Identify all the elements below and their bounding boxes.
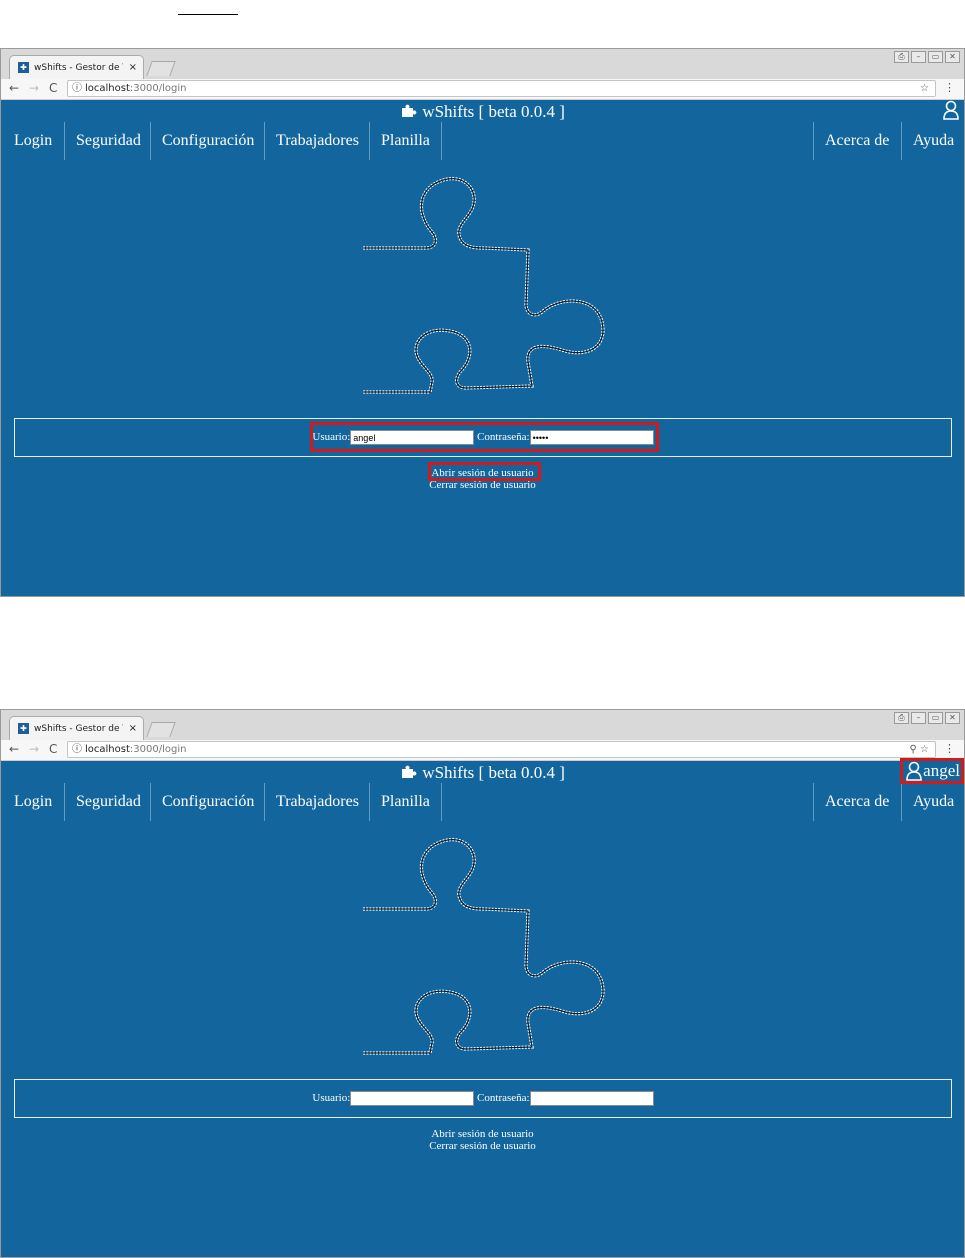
session-links: Abrir sesión de usuario Cerrar sesión de…: [1, 1128, 964, 1152]
app-title-text: wShifts [ beta 0.0.4 ]: [422, 763, 565, 782]
app-area: wShifts [ beta 0.0.4 ] Login Seguridad C…: [1, 100, 964, 596]
window-minimize-button[interactable]: –: [911, 51, 926, 63]
browser-menu-icon[interactable]: ⋮: [944, 742, 955, 755]
tab-title: wShifts - Gestor de Tu: [34, 723, 123, 734]
window-profile-button[interactable]: ⎙: [894, 712, 909, 724]
app-title: wShifts [ beta 0.0.4 ]: [1, 763, 964, 783]
puzzle-favicon-icon: ✚: [18, 62, 29, 73]
address-bar: ← → C ⓘ localhost:3000/login ☆ ⋮: [1, 79, 964, 100]
user-area[interactable]: [942, 100, 960, 120]
contrasena-label: Contraseña:: [477, 1092, 530, 1105]
bookmark-star-icon[interactable]: ☆: [920, 81, 929, 97]
window-maximize-button[interactable]: ▭: [928, 51, 943, 63]
reload-icon[interactable]: C: [49, 742, 57, 756]
contrasena-input[interactable]: [529, 1091, 654, 1106]
user-area[interactable]: angel: [905, 761, 960, 781]
login-form-panel: Usuario: Contraseña:: [14, 418, 952, 457]
url-path: :3000/login: [129, 83, 187, 94]
address-bar: ← → C ⓘ localhost:3000/login ⚲ ☆ ⋮: [1, 740, 964, 761]
menu-item-acerca[interactable]: Acerca de: [813, 783, 901, 821]
puzzle-piece-image: [363, 838, 605, 1055]
menu-item-seguridad[interactable]: Seguridad: [65, 783, 151, 821]
user-name: angel: [923, 761, 960, 780]
window-close-button[interactable]: ✕: [945, 712, 960, 724]
menu-item-acerca[interactable]: Acerca de: [813, 122, 901, 160]
puzzle-piece-image: [363, 177, 605, 394]
window-maximize-button[interactable]: ▭: [928, 712, 943, 724]
app-area: wShifts [ beta 0.0.4 ] angel Login Segur…: [1, 758, 964, 1257]
menu-item-ayuda[interactable]: Ayuda: [901, 783, 963, 821]
contrasena-input[interactable]: [529, 430, 654, 445]
menu-item-seguridad[interactable]: Seguridad: [65, 122, 151, 160]
menu-item-planilla[interactable]: Planilla: [370, 122, 442, 160]
tab-title: wShifts - Gestor de Tu: [34, 62, 123, 73]
login-form-panel: Usuario: Contraseña:: [14, 1079, 952, 1118]
menu-item-ayuda[interactable]: Ayuda: [901, 122, 963, 160]
tab-strip: ✚ wShifts - Gestor de Tu × ⎙ – ▭ ✕: [1, 49, 964, 79]
window-close-button[interactable]: ✕: [945, 51, 960, 63]
usuario-input[interactable]: [350, 1091, 475, 1106]
open-session-link[interactable]: Abrir sesión de usuario: [1, 467, 964, 479]
puzzle-logo-icon: [402, 765, 417, 778]
key-and-star-icon[interactable]: ⚲ ☆: [910, 742, 929, 758]
login-row: Usuario: Contraseña:: [15, 1091, 951, 1106]
user-icon: [906, 761, 922, 781]
menu-item-configuracion[interactable]: Configuración: [151, 783, 265, 821]
open-session-link[interactable]: Abrir sesión de usuario: [1, 1128, 964, 1140]
menu-item-trabajadores[interactable]: Trabajadores: [265, 783, 370, 821]
tab-strip: ✚ wShifts - Gestor de Tu × ⎙ – ▭ ✕: [1, 710, 964, 740]
url-host: localhost: [85, 83, 130, 94]
forward-arrow-icon[interactable]: →: [29, 81, 39, 95]
url-host: localhost: [85, 744, 130, 755]
menu-item-login[interactable]: Login: [3, 783, 65, 821]
login-row: Usuario: Contraseña:: [15, 430, 951, 445]
new-tab-button[interactable]: [146, 61, 176, 76]
url-input[interactable]: ⓘ localhost:3000/login ☆: [67, 80, 936, 97]
window-profile-button[interactable]: ⎙: [894, 51, 909, 63]
info-icon: ⓘ: [72, 744, 82, 755]
browser-menu-icon[interactable]: ⋮: [944, 81, 955, 94]
screenshot-after-login: ✚ wShifts - Gestor de Tu × ⎙ – ▭ ✕ ← → C…: [0, 709, 965, 1258]
usuario-input[interactable]: [350, 430, 475, 445]
menu-bar: Login Seguridad Configuración Trabajador…: [1, 122, 964, 160]
usuario-label: Usuario:: [312, 431, 351, 444]
close-session-link[interactable]: Cerrar sesión de usuario: [1, 479, 964, 491]
window-controls: ⎙ – ▭ ✕: [894, 51, 960, 63]
new-tab-button[interactable]: [146, 722, 176, 737]
app-title: wShifts [ beta 0.0.4 ]: [1, 102, 964, 122]
underline-mark: [178, 14, 238, 15]
close-session-link[interactable]: Cerrar sesión de usuario: [1, 1140, 964, 1152]
back-arrow-icon[interactable]: ←: [9, 742, 19, 756]
puzzle-favicon-icon: ✚: [18, 723, 29, 734]
user-icon: [943, 100, 959, 120]
window-minimize-button[interactable]: –: [911, 712, 926, 724]
puzzle-logo-icon: [402, 104, 417, 117]
menu-bar: Login Seguridad Configuración Trabajador…: [1, 783, 964, 821]
menu-item-login[interactable]: Login: [3, 122, 65, 160]
reload-icon[interactable]: C: [49, 81, 57, 95]
info-icon: ⓘ: [72, 83, 82, 94]
menu-item-configuracion[interactable]: Configuración: [151, 122, 265, 160]
contrasena-label: Contraseña:: [477, 431, 530, 444]
tab-close-icon[interactable]: ×: [129, 62, 137, 73]
browser-tab[interactable]: ✚ wShifts - Gestor de Tu ×: [9, 55, 144, 79]
back-arrow-icon[interactable]: ←: [9, 81, 19, 95]
app-title-text: wShifts [ beta 0.0.4 ]: [422, 102, 565, 121]
browser-tab[interactable]: ✚ wShifts - Gestor de Tu ×: [9, 716, 144, 740]
url-input[interactable]: ⓘ localhost:3000/login ⚲ ☆: [67, 741, 936, 758]
forward-arrow-icon[interactable]: →: [29, 742, 39, 756]
usuario-label: Usuario:: [312, 1092, 351, 1105]
window-controls: ⎙ – ▭ ✕: [894, 712, 960, 724]
screenshot-before-login: ✚ wShifts - Gestor de Tu × ⎙ – ▭ ✕ ← → C…: [0, 48, 965, 597]
menu-item-planilla[interactable]: Planilla: [370, 783, 442, 821]
menu-item-trabajadores[interactable]: Trabajadores: [265, 122, 370, 160]
tab-close-icon[interactable]: ×: [129, 723, 137, 734]
session-links: Abrir sesión de usuario Cerrar sesión de…: [1, 467, 964, 491]
url-path: :3000/login: [129, 744, 187, 755]
